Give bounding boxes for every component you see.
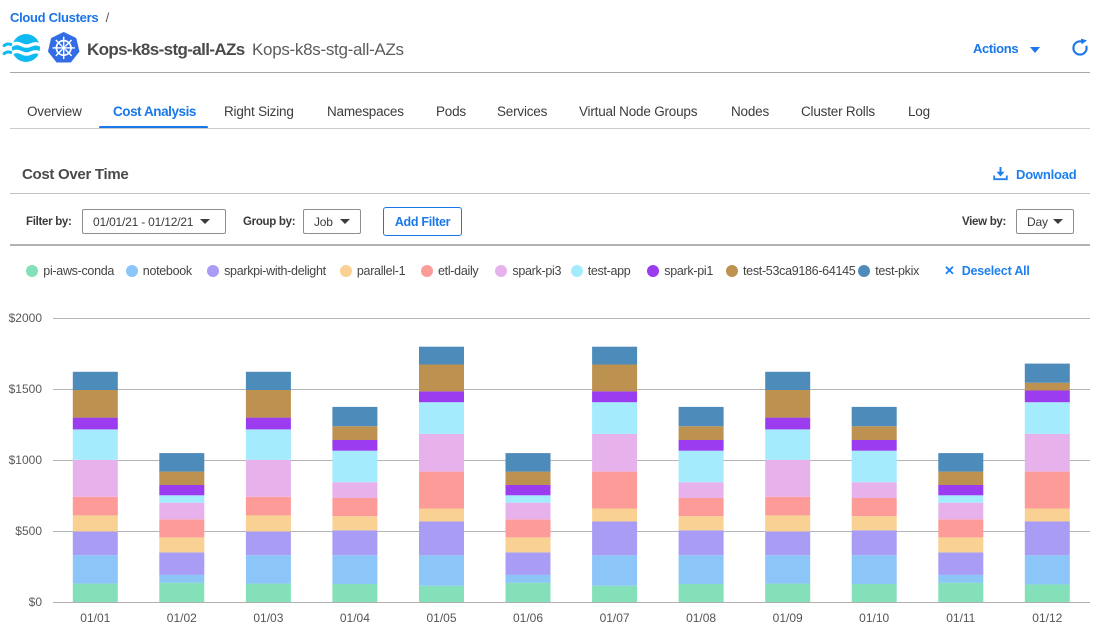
svg-text:01/03: 01/03: [253, 611, 283, 625]
svg-text:01/05: 01/05: [426, 611, 456, 625]
svg-text:$0: $0: [29, 595, 43, 609]
svg-text:01/07: 01/07: [600, 611, 630, 625]
svg-text:$500: $500: [15, 524, 42, 538]
svg-text:01/09: 01/09: [773, 611, 803, 625]
svg-text:01/04: 01/04: [340, 611, 370, 625]
svg-text:01/08: 01/08: [686, 611, 716, 625]
svg-text:01/01: 01/01: [80, 611, 110, 625]
svg-text:01/11: 01/11: [946, 611, 975, 625]
svg-text:01/06: 01/06: [513, 611, 543, 625]
svg-text:01/10: 01/10: [859, 611, 889, 625]
svg-text:$1000: $1000: [9, 453, 43, 467]
svg-text:$2000: $2000: [9, 311, 43, 325]
svg-text:01/02: 01/02: [167, 611, 197, 625]
svg-text:01/12: 01/12: [1032, 611, 1062, 625]
svg-text:$1500: $1500: [9, 382, 43, 396]
